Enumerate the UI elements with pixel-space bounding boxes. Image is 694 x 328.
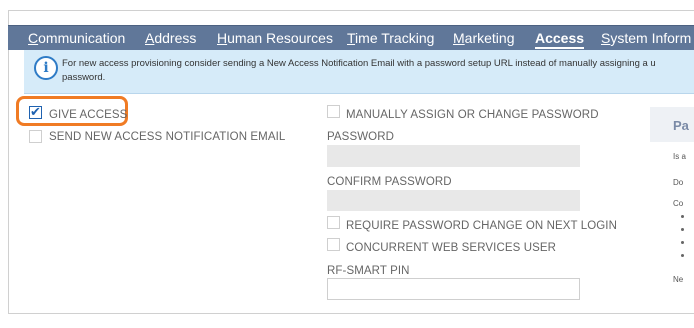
tab-time-tracking-label: ime Tracking: [355, 30, 435, 46]
rf-smart-pin-label: RF-SMART PIN: [327, 265, 410, 277]
info-icon: i: [34, 56, 58, 80]
help-panel-bullet: [681, 241, 684, 244]
password-field[interactable]: [327, 145, 580, 167]
tab-system-information[interactable]: System Inform: [601, 26, 691, 50]
confirm-password-label: CONFIRM PASSWORD: [327, 176, 452, 188]
tab-time-tracking[interactable]: Time Tracking: [347, 26, 434, 50]
tab-time-tracking-hotkey: T: [347, 30, 356, 46]
subtab-bar: Communication Address Human Resources Ti…: [8, 25, 694, 50]
help-panel-text: Is a: [673, 152, 686, 161]
help-panel-bullet: [681, 215, 684, 218]
tab-human-resources[interactable]: Human Resources: [217, 26, 333, 50]
give-access-label: GIVE ACCESS: [49, 109, 128, 121]
help-panel-bullet: [681, 228, 684, 231]
tab-marketing-hotkey: M: [453, 30, 465, 46]
manual-password-checkbox[interactable]: [327, 105, 340, 118]
help-panel-title: Pa: [673, 118, 689, 133]
tab-marketing[interactable]: Marketing: [453, 26, 514, 50]
info-banner: i For new access provisioning consider s…: [24, 50, 694, 94]
send-notification-email-label: SEND NEW ACCESS NOTIFICATION EMAIL: [49, 131, 286, 143]
tab-human-resources-hotkey: H: [217, 30, 228, 46]
info-message: For new access provisioning consider sen…: [62, 57, 694, 85]
tab-communication-label: ommunication: [38, 30, 126, 46]
tab-marketing-label: arketing: [464, 30, 515, 46]
info-message-line2: password.: [62, 72, 106, 83]
help-panel-text: Ne: [673, 275, 684, 284]
tab-address-hotkey: A: [145, 30, 155, 46]
tab-system-information-label: ystem Inform: [610, 30, 692, 46]
require-password-change-label: REQUIRE PASSWORD CHANGE ON NEXT LOGIN: [346, 220, 618, 232]
require-password-change-checkbox[interactable]: [327, 216, 340, 229]
send-notification-email-checkbox[interactable]: [29, 130, 42, 143]
help-panel-text: Do: [673, 178, 684, 187]
tab-communication-hotkey: C: [28, 30, 39, 46]
tab-access[interactable]: Access: [535, 26, 585, 50]
confirm-password-field[interactable]: [327, 190, 580, 211]
info-message-line1: For new access provisioning consider sen…: [62, 58, 656, 69]
manual-password-label: MANUALLY ASSIGN OR CHANGE PASSWORD: [346, 109, 599, 121]
help-panel-bullet: [681, 254, 684, 257]
give-access-checkbox[interactable]: ✔: [29, 104, 42, 119]
tab-address-label: ddress: [154, 30, 197, 46]
checkmark-icon: ✔: [30, 104, 41, 119]
tab-access-label: Access: [535, 30, 585, 46]
concurrent-web-services-label: CONCURRENT WEB SERVICES USER: [346, 242, 557, 254]
tab-system-information-hotkey: S: [601, 30, 611, 46]
tab-human-resources-label: uman Resources: [227, 30, 333, 46]
tab-communication[interactable]: Communication: [28, 26, 125, 50]
rf-smart-pin-field[interactable]: [327, 278, 580, 300]
password-label: PASSWORD: [327, 131, 395, 143]
concurrent-web-services-checkbox[interactable]: [327, 238, 340, 251]
tab-address[interactable]: Address: [145, 26, 196, 50]
help-panel-text: Co: [673, 199, 684, 208]
